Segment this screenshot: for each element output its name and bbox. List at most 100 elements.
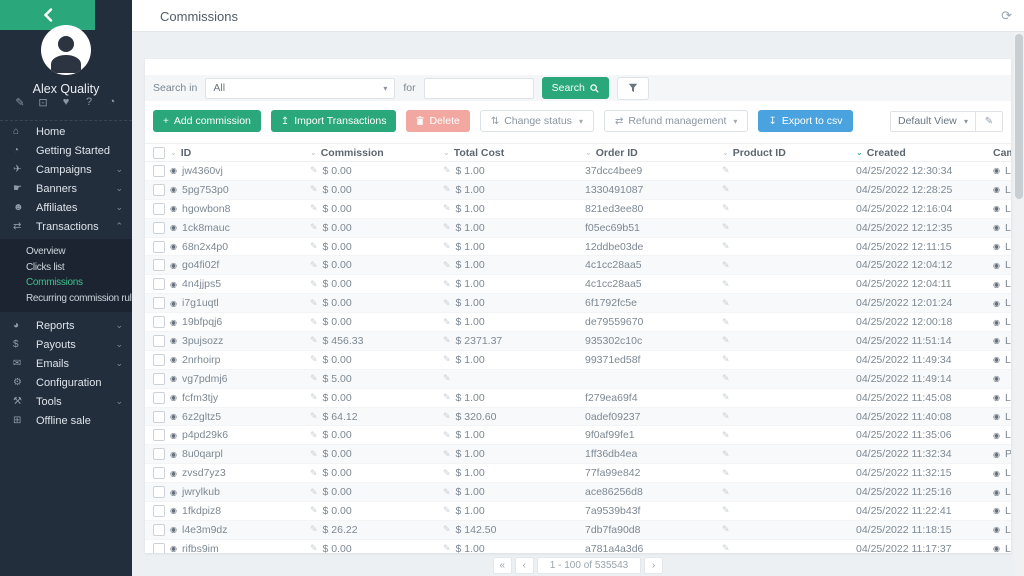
avatar[interactable] [41,25,91,75]
edit-icon[interactable]: ✎ [722,241,730,252]
edit-icon[interactable]: ✎ [722,487,730,498]
edit-icon[interactable]: ✎ [722,317,730,328]
edit-icon[interactable]: ✎ [310,184,318,195]
view-icon[interactable]: ◉ [993,393,1000,402]
view-icon[interactable]: ◉ [993,185,1000,194]
sidebar-item-emails[interactable]: ✉Emails⌄ [0,354,132,373]
view-icon[interactable]: ◉ [993,488,1000,497]
view-icon[interactable]: ◉ [993,544,1000,553]
sidebar-item-affiliates[interactable]: ☻Affiliates⌄ [0,198,132,217]
row-checkbox[interactable] [153,203,165,215]
column-header-product-id[interactable]: ⌄Product ID [717,147,853,159]
sidebar-item-configuration[interactable]: ⚙Configuration [0,373,132,392]
edit-icon[interactable]: ✎ [310,487,318,498]
view-icon[interactable]: ◉ [170,355,177,364]
edit-icon[interactable]: ✎ [443,279,451,290]
view-icon[interactable]: ◉ [170,469,177,478]
edit-icon[interactable]: ✎ [310,411,318,422]
edit-icon[interactable]: ✎ [443,260,451,271]
view-icon[interactable]: ◉ [993,374,1000,383]
edit-icon[interactable]: ✎ [722,335,730,346]
edit-icon[interactable]: ✎ [310,298,318,309]
edit-icon[interactable]: ✎ [443,354,451,365]
edit-icon[interactable]: ✎ [722,260,730,271]
edit-icon[interactable]: ✎ [443,449,451,460]
edit-icon[interactable]: ✎ [310,524,318,535]
view-icon[interactable]: ◉ [170,336,177,345]
edit-icon[interactable]: ✎ [310,203,318,214]
sidebar-item-getting-started[interactable]: ◔Getting Started [0,141,132,160]
edit-icon[interactable]: ✎ [722,203,730,214]
edit-view-button[interactable]: ✎ [976,111,1003,132]
view-icon[interactable]: ◉ [993,242,1000,251]
row-checkbox[interactable] [153,354,165,366]
view-icon[interactable]: ◉ [993,204,1000,213]
edit-icon[interactable]: ✎ [310,335,318,346]
view-icon[interactable]: ◉ [170,204,177,213]
column-header-id[interactable]: ⌄ID [168,147,305,159]
view-icon[interactable]: ◉ [170,318,177,327]
row-checkbox[interactable] [153,316,165,328]
view-icon[interactable]: ◉ [993,469,1000,478]
export-csv-button[interactable]: ↧ Export to csv [758,110,852,132]
clock-icon[interactable]: ◔ [105,96,119,109]
view-icon[interactable]: ◉ [993,336,1000,345]
row-checkbox[interactable] [153,278,165,290]
row-checkbox[interactable] [153,448,165,460]
edit-icon[interactable]: ✎ [310,449,318,460]
view-icon[interactable]: ◉ [170,223,177,232]
edit-icon[interactable]: ✎ [722,184,730,195]
view-icon[interactable]: ◉ [170,280,177,289]
edit-icon[interactable]: ✎ [443,505,451,516]
view-icon[interactable]: ◉ [170,450,177,459]
next-page-button[interactable]: › [644,557,663,574]
edit-icon[interactable]: ✎ [310,505,318,516]
edit-icon[interactable]: ✎ [722,430,730,441]
search-scope-select[interactable]: All ▾ [205,78,395,99]
edit-icon[interactable]: ✎ [443,317,451,328]
edit-icon[interactable]: ✎ [443,487,451,498]
scrollbar-thumb[interactable] [1015,34,1023,199]
select-all-checkbox[interactable] [153,147,165,159]
edit-icon[interactable]: ✎ [310,543,318,553]
add-commission-button[interactable]: + Add commission [153,110,261,132]
view-icon[interactable]: ◉ [170,242,177,251]
sidebar-item-transactions[interactable]: ⇄Transactions⌃ [0,217,132,236]
edit-icon[interactable]: ✎ [310,373,318,384]
edit-icon[interactable]: ✎ [722,468,730,479]
row-checkbox[interactable] [153,335,165,347]
sidebar-subitem-overview[interactable]: Overview [0,244,132,260]
column-header-order-id[interactable]: ⌄Order ID [581,147,717,159]
edit-icon[interactable]: ✎ [310,354,318,365]
view-icon[interactable]: ◉ [993,355,1000,364]
edit-icon[interactable]: ✎ [443,203,451,214]
sidebar-item-banners[interactable]: ☛Banners⌄ [0,179,132,198]
edit-icon[interactable]: ✎ [443,222,451,233]
view-icon[interactable]: ◉ [170,393,177,402]
desktop-icon[interactable]: ⊡ [36,96,50,109]
delete-button[interactable]: Delete [406,110,469,132]
sidebar-item-offline-sale[interactable]: ⊞Offline sale [0,411,132,430]
edit-icon[interactable]: ✎ [722,298,730,309]
view-icon[interactable]: ◉ [170,166,177,175]
edit-icon[interactable]: ✎ [310,430,318,441]
edit-icon[interactable]: ✎ [443,392,451,403]
prev-page-button[interactable]: ‹ [515,557,534,574]
refresh-icon[interactable]: ⟳ [1001,8,1012,24]
view-icon[interactable]: ◉ [993,280,1000,289]
edit-icon[interactable]: ✎ [722,222,730,233]
column-header-camp[interactable]: Camp [981,147,1011,159]
row-checkbox[interactable] [153,373,165,385]
view-icon[interactable]: ◉ [170,412,177,421]
row-checkbox[interactable] [153,486,165,498]
row-checkbox[interactable] [153,259,165,271]
view-icon[interactable]: ◉ [170,488,177,497]
view-icon[interactable]: ◉ [993,506,1000,515]
sidebar-item-reports[interactable]: ◕Reports⌄ [0,316,132,335]
help-icon[interactable]: ? [82,96,96,109]
edit-icon[interactable]: ✎ [722,524,730,535]
sidebar-subitem-clicks-list[interactable]: Clicks list [0,260,132,276]
edit-icon[interactable]: ✎ [443,298,451,309]
view-icon[interactable]: ◉ [170,525,177,534]
edit-icon[interactable]: ✎ [443,468,451,479]
